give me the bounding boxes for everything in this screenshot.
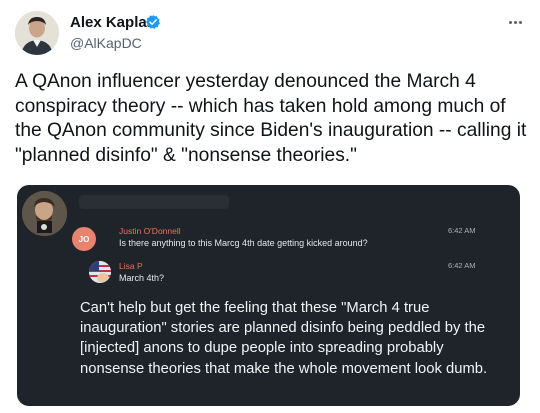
tweet-text: A QAnon influencer yesterday denounced t… [15, 71, 527, 166]
verified-badge-icon [146, 15, 160, 29]
jo-avatar: JO [72, 227, 96, 251]
user-avatar-icon [15, 11, 59, 55]
author-name[interactable]: Alex Kaplan [70, 14, 156, 31]
message-time: 6:42 AM [448, 261, 476, 270]
message-author-name: Justin O'Donnell [119, 226, 181, 236]
message-text: Is there anything to this Marcg 4th date… [119, 238, 368, 248]
message-author-name: Lisa P [119, 261, 143, 271]
tweet: Alex Kaplan @AlKapDC A QAnon influencer … [0, 0, 540, 413]
message-time: 6:42 AM [448, 226, 476, 235]
blurred-channel-name [79, 195, 229, 209]
author-avatar[interactable] [15, 11, 59, 55]
flag-avatar-icon [89, 261, 111, 283]
more-options-icon[interactable] [504, 12, 526, 32]
message-text: March 4th? [119, 273, 165, 283]
author-handle[interactable]: @AlKapDC [70, 35, 142, 51]
quoted-message-text: Can't help but get the feeling that thes… [80, 300, 488, 377]
channel-avatar-icon [22, 191, 67, 236]
